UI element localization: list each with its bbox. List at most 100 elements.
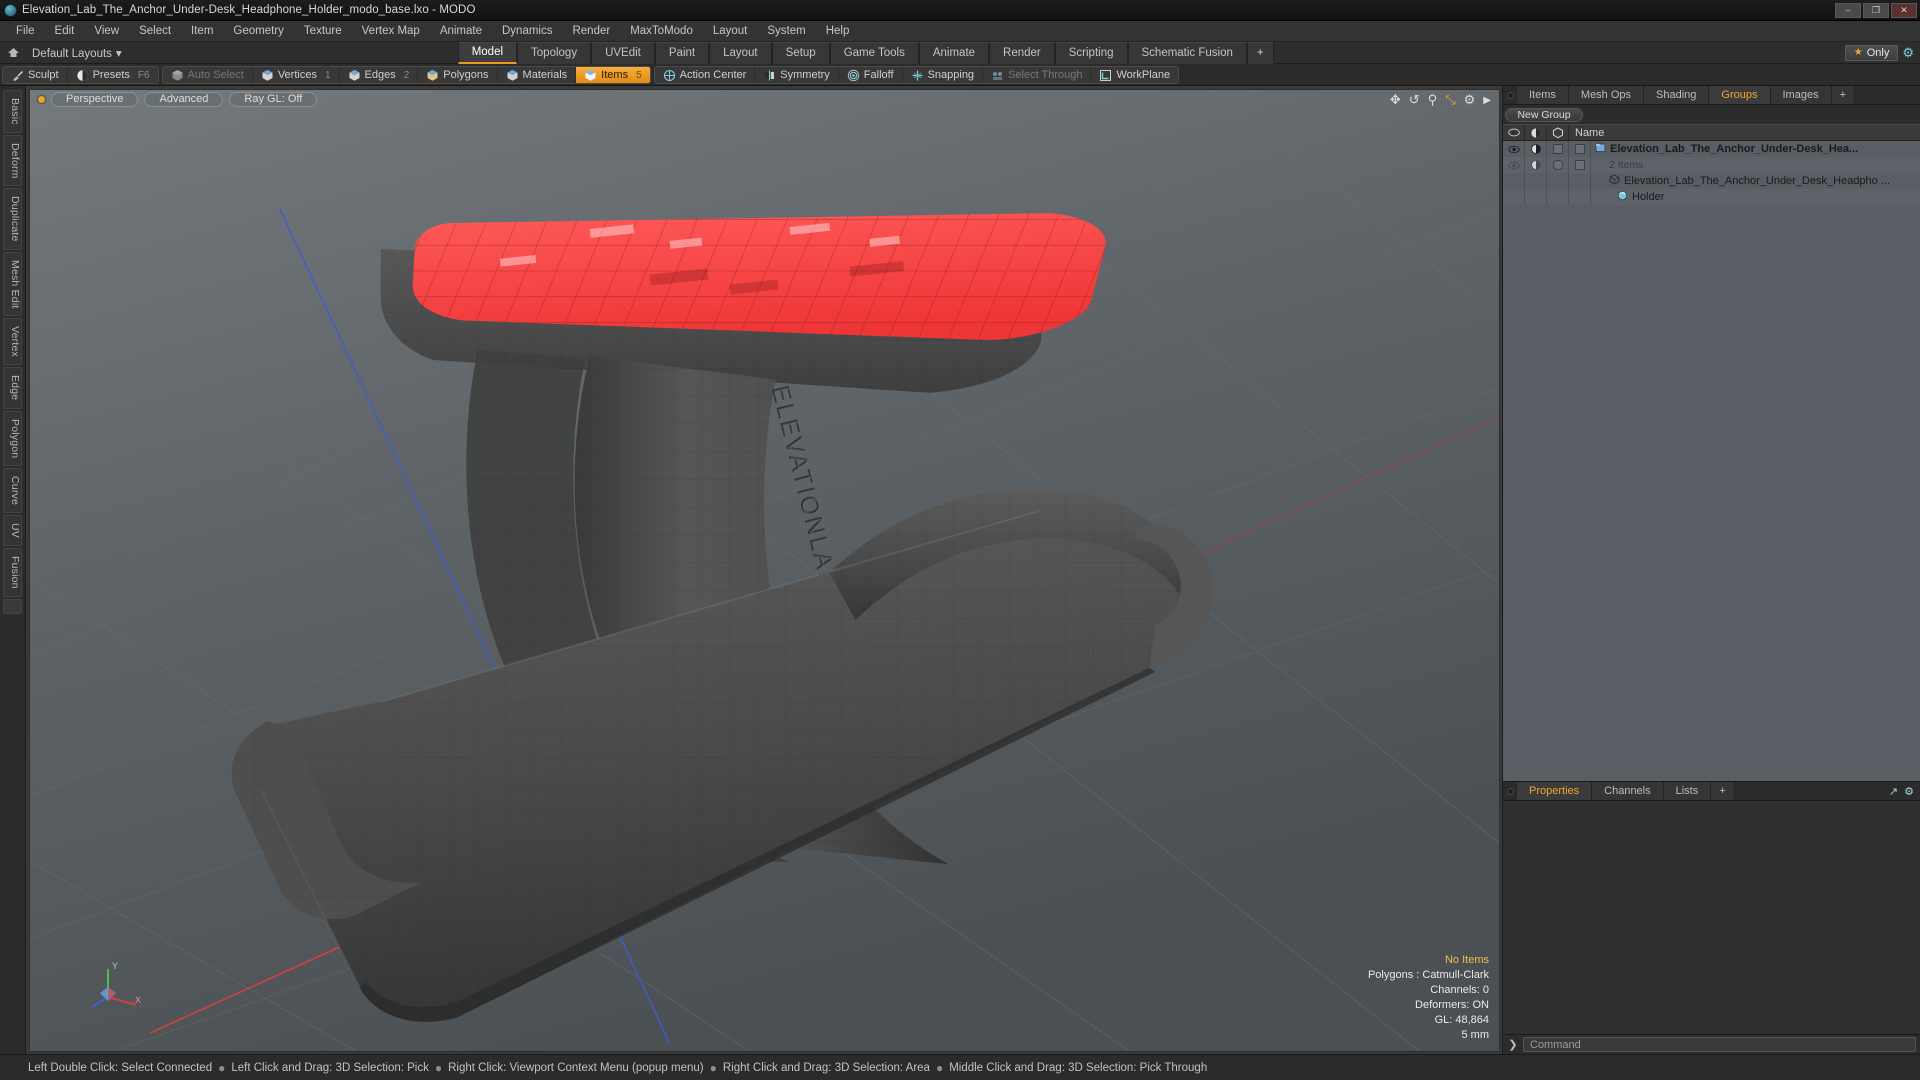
tab-uvedit[interactable]: UVEdit [591,41,655,64]
menu-render[interactable]: Render [562,23,620,39]
zoom-search-icon[interactable]: ⚲ [1428,92,1438,108]
sidebar-item-basic[interactable]: Basic [3,90,22,133]
row-select-toggle[interactable] [1569,173,1591,189]
menu-geometry[interactable]: Geometry [223,23,294,39]
fit-expand-icon[interactable]: ⤡ [1445,92,1455,108]
sidebar-item-duplicate[interactable]: Duplicate [3,188,22,250]
maximize-button[interactable]: ❐ [1863,2,1889,18]
close-button[interactable]: ✕ [1891,2,1917,18]
tab-game-tools[interactable]: Game Tools [829,41,919,64]
toolbar-sculpt[interactable]: Sculpt [3,67,68,83]
perspective-viewport[interactable]: ELEVATIONLAB ELEVATIONLAB Perspective Ad… [29,89,1500,1052]
table-row[interactable]: Holder [1503,189,1920,205]
row-visibility-toggle[interactable] [1503,157,1525,173]
row-select-toggle[interactable] [1569,141,1591,157]
default-layouts-dropdown[interactable]: Default Layouts ▾ [26,46,128,60]
toolbar-snapping[interactable]: Snapping [903,67,984,83]
pan-icon[interactable]: ✥ [1390,92,1401,108]
menu-select[interactable]: Select [129,23,181,39]
toolbar-select-through[interactable]: Select Through [983,67,1092,83]
row-lock-toggle[interactable] [1547,189,1569,205]
row-visibility-toggle[interactable] [1503,141,1525,157]
menu-view[interactable]: View [84,23,129,39]
menu-item[interactable]: Item [181,23,223,39]
tab-channels[interactable]: Channels [1592,782,1664,800]
row-shading-toggle[interactable] [1525,173,1547,189]
menu-system[interactable]: System [757,23,815,39]
row-select-toggle[interactable] [1569,157,1591,173]
menu-maxtomodo[interactable]: MaxToModo [620,23,703,39]
sidebar-item-deform[interactable]: Deform [3,134,22,187]
tab-images[interactable]: Images [1770,86,1832,104]
column-shading-icon[interactable] [1525,125,1547,140]
command-input[interactable]: Command [1523,1037,1916,1052]
new-group-button[interactable]: New Group [1505,108,1583,122]
toolbar-workplane[interactable]: WorkPlane [1091,67,1178,83]
tab-render[interactable]: Render [989,41,1055,64]
toolbar-auto-select[interactable]: Auto Select [163,67,253,83]
sidebar-item-fusion[interactable]: Fusion [3,548,22,597]
minimize-button[interactable]: – [1835,2,1861,18]
rotate-icon[interactable]: ↺ [1409,92,1420,108]
column-lock-icon[interactable] [1547,125,1569,140]
toolbar-falloff[interactable]: Falloff [839,67,903,83]
toolbar-presets[interactable]: Presets F6 [68,67,158,83]
tab-properties[interactable]: Properties [1517,782,1593,800]
row-lock-toggle[interactable] [1547,157,1569,173]
tab-shading[interactable]: Shading [1644,86,1710,104]
tab-animate[interactable]: Animate [918,41,990,64]
viewport-shading-dropdown[interactable]: Advanced [144,91,224,107]
toolbar-polygons[interactable]: Polygons [418,67,498,83]
sidebar-item-polygon[interactable]: Polygon [3,410,22,467]
row-visibility-toggle[interactable] [1503,173,1525,189]
viewport-menu-arrow-icon[interactable]: ▶ [1483,95,1491,106]
tab-scripting[interactable]: Scripting [1054,41,1128,64]
row-select-toggle[interactable] [1569,189,1591,205]
tab-groups[interactable]: Groups [1709,86,1771,104]
toolbar-symmetry[interactable]: Symmetry [755,67,839,83]
table-row[interactable]: Elevation_Lab_The_Anchor_Under-Desk_Hea.… [1503,141,1920,157]
sidebar-item-edge[interactable]: Edge [3,367,22,409]
properties-gear-icon[interactable]: ⚙ [1904,785,1914,798]
tree-item-group[interactable]: Elevation_Lab_The_Anchor_Under-Desk_Hea.… [1591,141,1920,157]
home-icon[interactable] [0,47,26,58]
expand-panel-icon[interactable]: ↗ [1889,785,1898,798]
menu-texture[interactable]: Texture [294,23,352,39]
tab-add-layout[interactable]: + [1246,41,1274,64]
toolbar-action-center[interactable]: Action Center [655,67,756,83]
sidebar-item-mesh-edit[interactable]: Mesh Edit [3,251,22,317]
menu-layout[interactable]: Layout [703,23,758,39]
row-shading-toggle[interactable] [1525,141,1547,157]
toolbar-items[interactable]: Items 5 [576,67,650,83]
tab-model[interactable]: Model [457,41,518,64]
column-visibility-icon[interactable] [1503,125,1525,140]
viewport-raygl-dropdown[interactable]: Ray GL: Off [229,91,318,107]
toolbar-edges[interactable]: Edges 2 [340,67,419,83]
tab-topology[interactable]: Topology [517,41,592,64]
tree-item-material[interactable]: Holder [1591,189,1920,205]
axis-gizmo[interactable]: Y X [90,957,144,1011]
viewport-settings-gear-icon[interactable]: ⚙ [1464,92,1476,108]
tab-layout[interactable]: Layout [709,41,772,64]
menu-animate[interactable]: Animate [430,23,492,39]
tab-paint[interactable]: Paint [654,41,710,64]
tab-items[interactable]: Items [1517,86,1569,104]
row-visibility-toggle[interactable] [1503,189,1525,205]
menu-vertex-map[interactable]: Vertex Map [352,23,430,39]
tab-mesh-ops[interactable]: Mesh Ops [1568,86,1645,104]
tab-schematic-fusion[interactable]: Schematic Fusion [1127,41,1247,64]
row-shading-toggle[interactable] [1525,189,1547,205]
toolbar-materials[interactable]: Materials [498,67,577,83]
toolbar-vertices[interactable]: Vertices 1 [253,67,340,83]
menu-dynamics[interactable]: Dynamics [492,23,562,39]
menu-file[interactable]: File [6,23,45,39]
sidebar-item-uv[interactable]: UV [3,515,22,547]
properties-panel-grip[interactable] [1503,782,1517,800]
table-row[interactable]: 2 Items [1503,157,1920,173]
viewport-projection-dropdown[interactable]: Perspective [51,91,139,107]
row-lock-toggle[interactable] [1547,173,1569,189]
groups-tree[interactable]: Elevation_Lab_The_Anchor_Under-Desk_Hea.… [1503,141,1920,781]
tab-lists[interactable]: Lists [1663,782,1712,800]
tab-add-properties[interactable]: + [1711,782,1735,800]
gear-icon[interactable]: ⚙ [1902,45,1914,61]
